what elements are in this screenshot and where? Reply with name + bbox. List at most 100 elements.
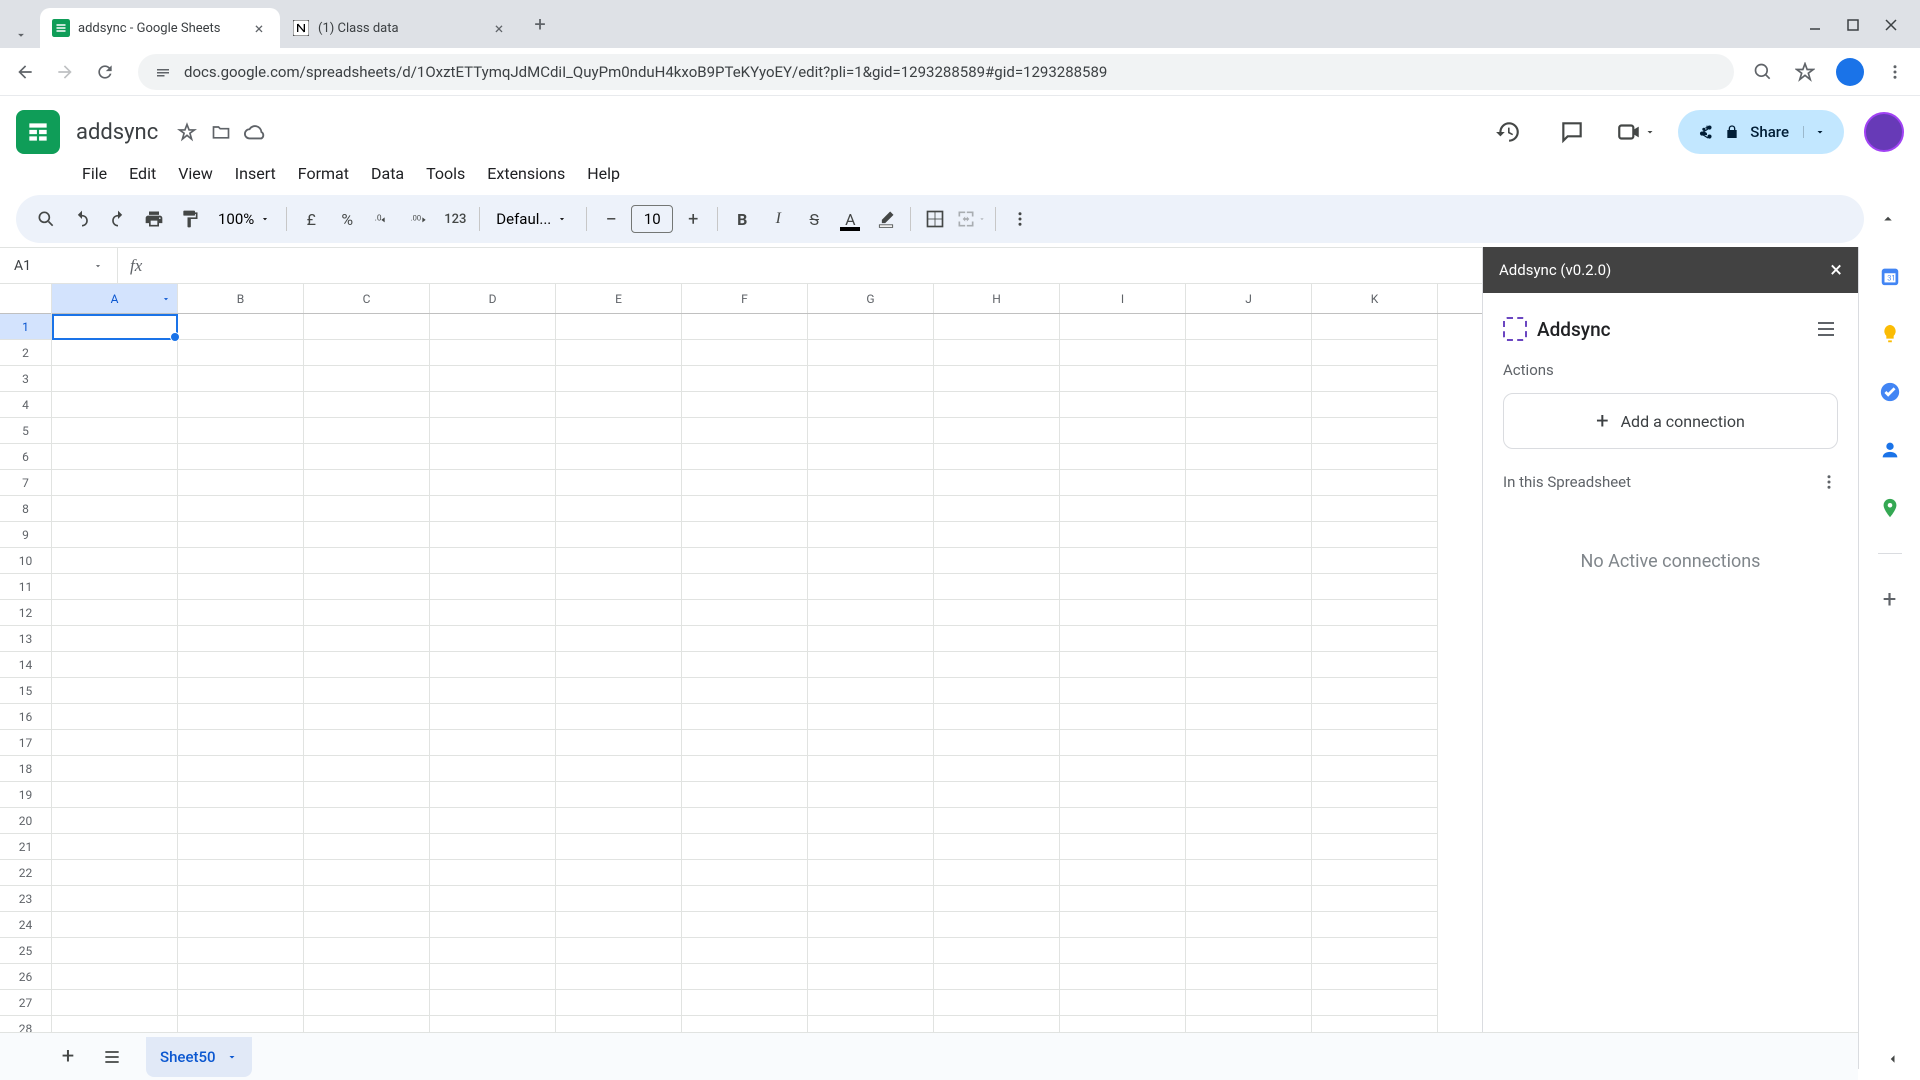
cell[interactable] xyxy=(682,990,808,1016)
cell[interactable] xyxy=(178,418,304,444)
cell[interactable] xyxy=(178,808,304,834)
formula-bar-input[interactable] xyxy=(154,248,1482,283)
cell[interactable] xyxy=(304,990,430,1016)
cell[interactable] xyxy=(934,860,1060,886)
cell[interactable] xyxy=(934,964,1060,990)
cell[interactable] xyxy=(304,522,430,548)
cell[interactable] xyxy=(556,834,682,860)
decrease-decimal-icon[interactable]: .0 xyxy=(367,203,399,235)
cell[interactable] xyxy=(556,548,682,574)
cell[interactable] xyxy=(52,756,178,782)
cell[interactable] xyxy=(430,912,556,938)
cell[interactable] xyxy=(1060,314,1186,340)
cell[interactable] xyxy=(52,314,178,340)
cell[interactable] xyxy=(430,392,556,418)
font-size-input[interactable]: 10 xyxy=(631,205,673,233)
cell[interactable] xyxy=(1312,860,1438,886)
cell[interactable] xyxy=(1060,704,1186,730)
cell[interactable] xyxy=(178,340,304,366)
cell[interactable] xyxy=(808,392,934,418)
cell[interactable] xyxy=(1060,886,1186,912)
cell[interactable] xyxy=(808,652,934,678)
cell[interactable] xyxy=(934,340,1060,366)
cell[interactable] xyxy=(1186,834,1312,860)
cell[interactable] xyxy=(304,470,430,496)
row-header[interactable]: 22 xyxy=(0,860,51,886)
collapse-toolbar-icon[interactable] xyxy=(1872,203,1904,235)
section-more-icon[interactable] xyxy=(1820,473,1838,491)
cell[interactable] xyxy=(1060,730,1186,756)
version-history-icon[interactable] xyxy=(1486,110,1530,154)
cell[interactable] xyxy=(430,470,556,496)
row-header[interactable]: 16 xyxy=(0,704,51,730)
cell[interactable] xyxy=(1060,496,1186,522)
cell[interactable] xyxy=(304,704,430,730)
cell[interactable] xyxy=(808,626,934,652)
cell[interactable] xyxy=(304,340,430,366)
cell[interactable] xyxy=(52,834,178,860)
row-header[interactable]: 7 xyxy=(0,470,51,496)
cell[interactable] xyxy=(178,860,304,886)
more-tools-icon[interactable] xyxy=(1004,203,1036,235)
increase-decimal-icon[interactable]: .00 xyxy=(403,203,435,235)
cell[interactable] xyxy=(1186,678,1312,704)
format-123-button[interactable]: 123 xyxy=(439,203,471,235)
row-header[interactable]: 3 xyxy=(0,366,51,392)
document-title[interactable]: addsync xyxy=(70,118,164,147)
cell[interactable] xyxy=(556,652,682,678)
row-header[interactable]: 11 xyxy=(0,574,51,600)
cell[interactable] xyxy=(304,782,430,808)
cell[interactable] xyxy=(682,912,808,938)
menu-tools[interactable]: Tools xyxy=(416,160,475,187)
cell[interactable] xyxy=(430,860,556,886)
redo-icon[interactable] xyxy=(102,203,134,235)
cell[interactable] xyxy=(1060,444,1186,470)
cell[interactable] xyxy=(304,392,430,418)
cell[interactable] xyxy=(1186,704,1312,730)
cell[interactable] xyxy=(178,782,304,808)
cell[interactable] xyxy=(430,496,556,522)
cell[interactable] xyxy=(52,860,178,886)
cell[interactable] xyxy=(934,600,1060,626)
cell[interactable] xyxy=(178,548,304,574)
cell[interactable] xyxy=(52,340,178,366)
cell[interactable] xyxy=(682,808,808,834)
cell[interactable] xyxy=(52,938,178,964)
cell[interactable] xyxy=(1060,756,1186,782)
borders-icon[interactable] xyxy=(919,203,951,235)
show-side-panel-icon[interactable] xyxy=(1884,1050,1902,1068)
meet-button[interactable] xyxy=(1614,110,1658,154)
row-header[interactable]: 18 xyxy=(0,756,51,782)
cell[interactable] xyxy=(1312,574,1438,600)
cell[interactable] xyxy=(304,886,430,912)
cell[interactable] xyxy=(556,912,682,938)
cell[interactable] xyxy=(304,626,430,652)
cell[interactable] xyxy=(1312,782,1438,808)
cell[interactable] xyxy=(430,834,556,860)
chrome-menu-icon[interactable] xyxy=(1884,61,1906,83)
cell[interactable] xyxy=(682,392,808,418)
cell[interactable] xyxy=(178,756,304,782)
cell[interactable] xyxy=(178,678,304,704)
merge-cells-icon[interactable] xyxy=(955,203,987,235)
cell[interactable] xyxy=(178,652,304,678)
cell[interactable] xyxy=(178,834,304,860)
column-header[interactable]: G xyxy=(808,284,934,313)
share-dropdown-icon[interactable] xyxy=(1803,126,1826,138)
cell[interactable] xyxy=(178,444,304,470)
cell[interactable] xyxy=(556,782,682,808)
cell[interactable] xyxy=(556,600,682,626)
cell[interactable] xyxy=(808,522,934,548)
cell[interactable] xyxy=(1060,366,1186,392)
cell[interactable] xyxy=(1186,990,1312,1016)
cell[interactable] xyxy=(178,990,304,1016)
cell[interactable] xyxy=(808,548,934,574)
cell[interactable] xyxy=(1186,938,1312,964)
cell[interactable] xyxy=(1312,496,1438,522)
cell[interactable] xyxy=(1186,314,1312,340)
cell[interactable] xyxy=(934,938,1060,964)
cell[interactable] xyxy=(1186,496,1312,522)
cell[interactable] xyxy=(1060,652,1186,678)
column-header[interactable]: K xyxy=(1312,284,1438,313)
cell[interactable] xyxy=(1312,938,1438,964)
